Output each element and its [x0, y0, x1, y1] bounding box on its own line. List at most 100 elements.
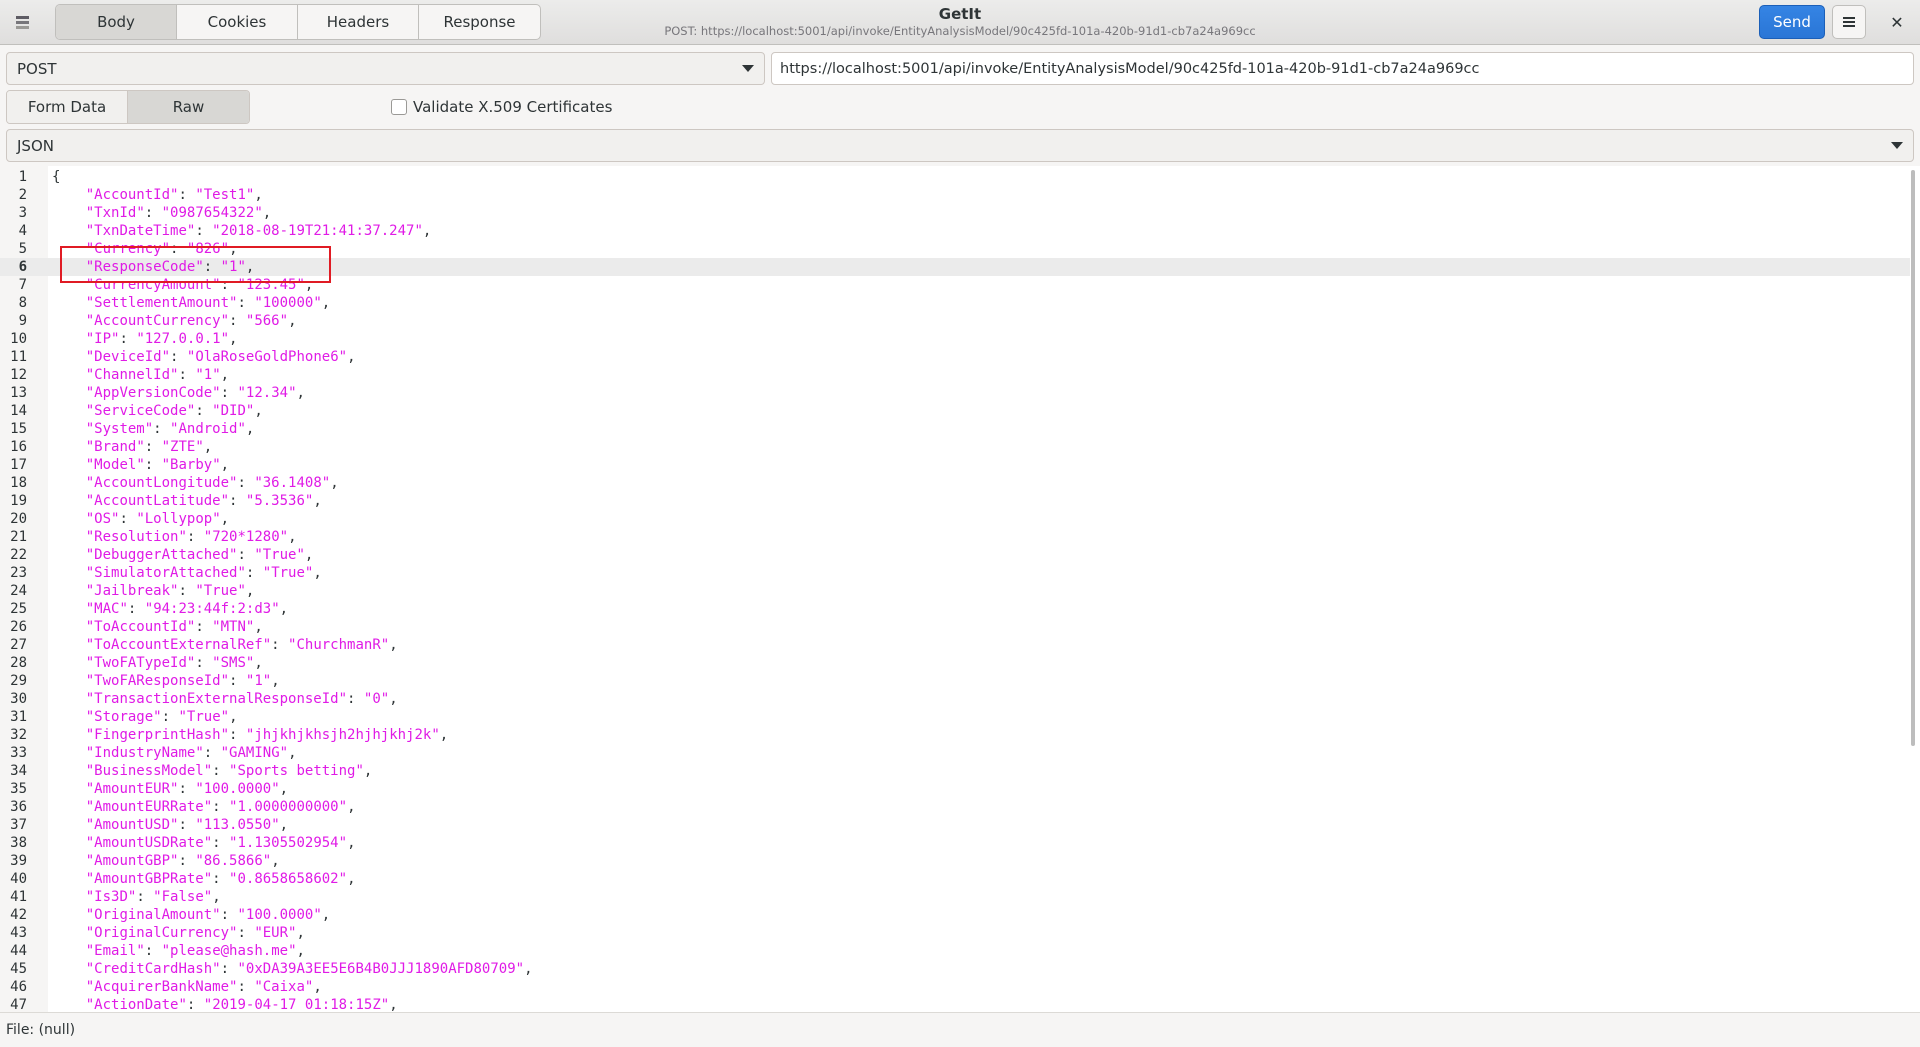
code-line[interactable]: 37 "AmountUSD": "113.0550", — [0, 816, 1910, 834]
code-line[interactable]: 14 "ServiceCode": "DID", — [0, 402, 1910, 420]
json-key-open-quote: " — [85, 691, 95, 707]
code-line[interactable]: 2 "AccountId": "Test1", — [0, 186, 1910, 204]
code-line[interactable]: 38 "AmountUSDRate": "1.1305502954", — [0, 834, 1910, 852]
json-key-close-quote: " — [212, 385, 221, 401]
validate-certificates-option[interactable]: Validate X.509 Certificates — [391, 98, 612, 116]
code-line[interactable]: 23 "SimulatorAttached": "True", — [0, 564, 1910, 582]
code-line[interactable]: 44 "Email": "please@hash.me", — [0, 942, 1910, 960]
code-line[interactable]: 45 "CreditCardHash": "0xDA39A3EE5E6B4B0J… — [0, 960, 1910, 978]
app-stack-icon[interactable] — [12, 11, 34, 33]
json-comma: , — [220, 457, 230, 473]
json-colon: : — [119, 511, 137, 527]
validate-certificates-checkbox[interactable] — [391, 99, 407, 115]
code-line[interactable]: 47 "ActionDate": "2019-04-17 01:18:15Z", — [0, 996, 1910, 1012]
json-key-open-quote: " — [85, 799, 95, 815]
json-key-close-quote: " — [119, 601, 128, 617]
code-line[interactable]: 10 "IP": "127.0.0.1", — [0, 330, 1910, 348]
json-entry: "Model": "Barby", — [52, 456, 229, 474]
json-value: True — [271, 565, 305, 581]
raw-button[interactable]: Raw — [128, 91, 249, 123]
content-type-dropdown[interactable]: JSON — [6, 129, 1914, 162]
code-line[interactable]: 41 "Is3D": "False", — [0, 888, 1910, 906]
code-line[interactable]: 30 "TransactionExternalResponseId": "0", — [0, 690, 1910, 708]
json-key: AmountEUR — [94, 781, 171, 797]
json-value-close-quote: " — [237, 421, 246, 437]
json-entry: "Jailbreak": "True", — [52, 582, 255, 600]
json-value: please@hash.me — [170, 943, 289, 959]
json-key-open-quote: " — [85, 421, 95, 437]
code-line[interactable]: 35 "AmountEUR": "100.0000", — [0, 780, 1910, 798]
code-line[interactable]: 39 "AmountGBP": "86.5866", — [0, 852, 1910, 870]
hamburger-menu-icon[interactable] — [1832, 5, 1866, 39]
code-line[interactable]: 9 "AccountCurrency": "566", — [0, 312, 1910, 330]
json-key-close-quote: " — [338, 691, 348, 707]
json-value: True — [186, 709, 221, 725]
code-line[interactable]: 34 "BusinessModel": "Sports betting", — [0, 762, 1910, 780]
close-icon[interactable]: ✕ — [1880, 5, 1914, 39]
json-key: TransactionExternalResponseId — [94, 691, 339, 707]
code-line[interactable]: 11 "DeviceId": "OlaRoseGoldPhone6", — [0, 348, 1910, 366]
code-line[interactable]: 12 "ChannelId": "1", — [0, 366, 1910, 384]
json-key: TwoFAResponseId — [94, 673, 221, 689]
json-editor[interactable]: 1{2 "AccountId": "Test1", 3 "TxnId": "098… — [0, 166, 1920, 1012]
json-key: CreditCardHash — [94, 961, 213, 977]
code-line[interactable]: 3 "TxnId": "0987654322", — [0, 204, 1910, 222]
json-value-close-quote: " — [279, 313, 289, 329]
code-line[interactable]: 25 "MAC": "94:23:44f:2:d3", — [0, 600, 1910, 618]
json-colon: : — [237, 979, 255, 995]
code-line[interactable]: 36 "AmountEURRate": "1.0000000000", — [0, 798, 1910, 816]
form-data-button[interactable]: Form Data — [7, 91, 128, 123]
url-input[interactable]: https://localhost:5001/api/invoke/Entity… — [771, 52, 1914, 85]
tab-headers[interactable]: Headers — [298, 5, 419, 39]
tab-response[interactable]: Response — [419, 5, 540, 39]
code-line[interactable]: 46 "AcquirerBankName": "Caixa", — [0, 978, 1910, 996]
code-line[interactable]: 33 "IndustryName": "GAMING", — [0, 744, 1910, 762]
code-line[interactable]: 32 "FingerprintHash": "jhjkhjkhsjh2hjhjk… — [0, 726, 1910, 744]
json-key: AmountGBPRate — [94, 871, 204, 887]
code-line[interactable]: 20 "OS": "Lollypop", — [0, 510, 1910, 528]
code-line[interactable]: 19 "AccountLatitude": "5.3536", — [0, 492, 1910, 510]
send-button[interactable]: Send — [1759, 5, 1825, 39]
code-line[interactable]: 26 "ToAccountId": "MTN", — [0, 618, 1910, 636]
json-key-close-quote: " — [195, 745, 204, 761]
json-entry: "DeviceId": "OlaRoseGoldPhone6", — [52, 348, 356, 366]
code-line[interactable]: 22 "DebuggerAttached": "True", — [0, 546, 1910, 564]
method-value: POST — [17, 59, 57, 78]
json-comma: , — [229, 709, 238, 725]
code-line[interactable]: 29 "TwoFAResponseId": "1", — [0, 672, 1910, 690]
json-entry: "CreditCardHash": "0xDA39A3EE5E6B4B0JJJ1… — [52, 960, 533, 978]
code-line[interactable]: 40 "AmountGBPRate": "0.8658658602", — [0, 870, 1910, 888]
code-line[interactable]: 1{ — [0, 168, 1910, 186]
editor-scrollbar[interactable] — [1911, 170, 1915, 746]
app-window: Body Cookies Headers Response GetIt POST… — [0, 0, 1920, 1047]
code-line[interactable]: 4 "TxnDateTime": "2018-08-19T21:41:37.24… — [0, 222, 1910, 240]
code-line[interactable]: 43 "OriginalCurrency": "EUR", — [0, 924, 1910, 942]
code-line[interactable]: 21 "Resolution": "720*1280", — [0, 528, 1910, 546]
method-dropdown[interactable]: POST — [6, 52, 765, 85]
code-line[interactable]: 15 "System": "Android", — [0, 420, 1910, 438]
code-line[interactable]: 27 "ToAccountExternalRef": "ChurchmanR", — [0, 636, 1910, 654]
code-line[interactable]: 13 "AppVersionCode": "12.34", — [0, 384, 1910, 402]
line-number: 17 — [10, 457, 27, 473]
code-line[interactable]: 17 "Model": "Barby", — [0, 456, 1910, 474]
json-value-close-quote: " — [515, 961, 525, 977]
json-value: ChurchmanR — [296, 637, 381, 653]
line-number: 43 — [10, 925, 27, 941]
code-line[interactable]: 24 "Jailbreak": "True", — [0, 582, 1910, 600]
code-line[interactable]: 16 "Brand": "ZTE", — [0, 438, 1910, 456]
json-comma: , — [279, 781, 289, 797]
json-comma: , — [347, 799, 356, 815]
json-value-close-quote: " — [271, 601, 280, 617]
code-line[interactable]: 8 "SettlementAmount": "100000", — [0, 294, 1910, 312]
json-entry: "FingerprintHash": "jhjkhjkhsjh2hjhjkhj2… — [52, 726, 449, 744]
code-line[interactable]: 42 "OriginalAmount": "100.0000", — [0, 906, 1910, 924]
tab-cookies[interactable]: Cookies — [177, 5, 298, 39]
json-value: Android — [178, 421, 238, 437]
json-entry: "DebuggerAttached": "True", — [52, 546, 314, 564]
code-line[interactable]: 31 "Storage": "True", — [0, 708, 1910, 726]
json-key: TxnId — [94, 205, 137, 221]
code-line[interactable]: 18 "AccountLongitude": "36.1408", — [0, 474, 1910, 492]
code-line[interactable]: 28 "TwoFATypeId": "SMS", — [0, 654, 1910, 672]
tab-body[interactable]: Body — [56, 5, 177, 39]
json-entry: "SimulatorAttached": "True", — [52, 564, 322, 582]
